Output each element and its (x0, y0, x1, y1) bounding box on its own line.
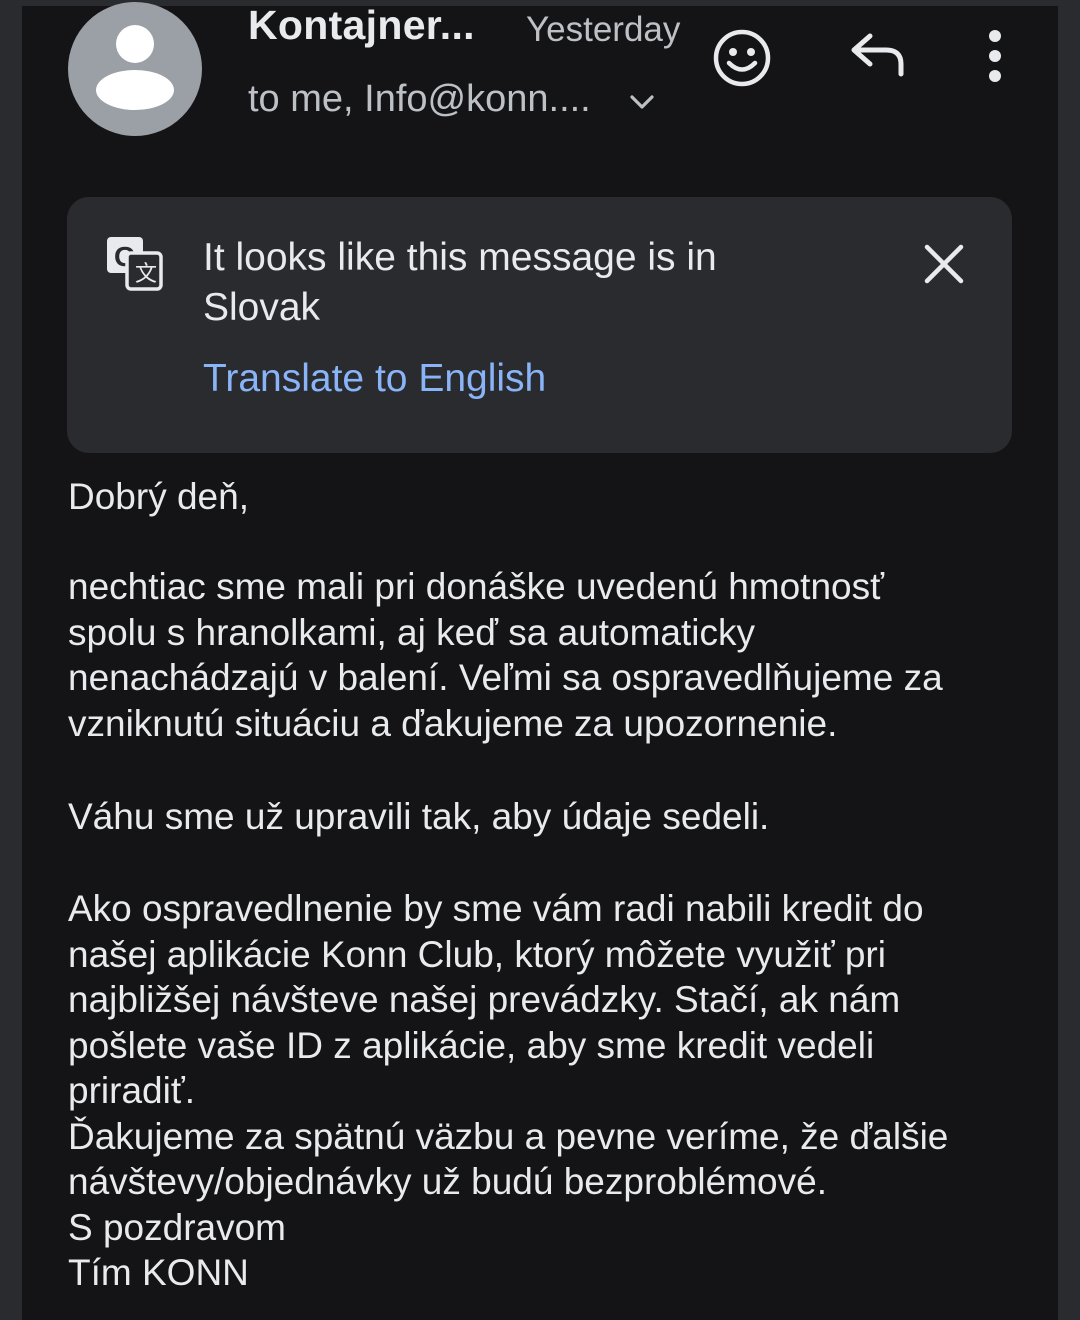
google-translate-icon: G 文 (107, 237, 163, 291)
body-line: návštevy/objednávky už budú bezproblémov… (68, 1161, 827, 1202)
signature: Tím KONN (68, 1252, 249, 1293)
sender-name[interactable]: Kontajner... (248, 2, 475, 49)
body-line: našej aplikácie Konn Club, ktorý môžete … (68, 933, 886, 975)
body-line: priradiť. (68, 1070, 195, 1111)
message-time: Yesterday (526, 10, 681, 49)
translate-banner: G 文 It looks like this message is in Slo… (67, 197, 1012, 453)
paragraph-2: Váhu sme už upravili tak, aby údaje sede… (68, 796, 770, 837)
translate-message-line: It looks like this message is in (203, 236, 717, 279)
close-icon[interactable] (923, 243, 965, 285)
body-line: vzniknutú situáciu a ďakujeme za upozorn… (68, 702, 838, 744)
translate-to-english-link[interactable]: Translate to English (203, 357, 546, 401)
paragraph-1: nechtiac sme mali pri donáške uvedenú hm… (68, 564, 1008, 746)
chevron-down-icon[interactable] (626, 86, 658, 118)
body-line: spolu s hranolkami, aj keď sa automatick… (68, 611, 755, 653)
translate-message-line: Slovak (203, 286, 321, 329)
body-line: Ďakujeme za spätnú väzbu a pevne veríme,… (68, 1115, 949, 1157)
sender-avatar[interactable] (68, 2, 202, 136)
top-divider (22, 0, 1058, 6)
body-line: Ako ospravedlnenie by sme vám radi nabil… (68, 888, 924, 929)
translate-message: It looks like this message is in Slovak (203, 233, 823, 333)
email-view: Kontajner... Yesterday to me, Info@konn.… (22, 0, 1058, 1320)
greeting: Dobrý deň, (68, 476, 249, 517)
body-line: nenachádzajú v balení. Veľmi sa ospraved… (68, 657, 943, 698)
body-line: pošlete vaše ID z aplikácie, aby sme kre… (68, 1024, 875, 1066)
paragraph-3: Ako ospravedlnenie by sme vám radi nabil… (68, 886, 1008, 1296)
smiley-icon[interactable] (710, 26, 774, 90)
body-line: najbližšej návšteve našej prevádzky. Sta… (68, 979, 901, 1020)
more-vert-icon[interactable] (980, 28, 1010, 84)
person-avatar-icon (96, 25, 174, 110)
reply-icon[interactable] (848, 30, 908, 82)
recipients[interactable]: to me, Info@konn.... (248, 78, 591, 121)
signoff: S pozdravom (68, 1206, 286, 1248)
svg-text:文: 文 (135, 262, 157, 287)
body-line: nechtiac sme mali pri donáške uvedenú hm… (68, 566, 884, 607)
